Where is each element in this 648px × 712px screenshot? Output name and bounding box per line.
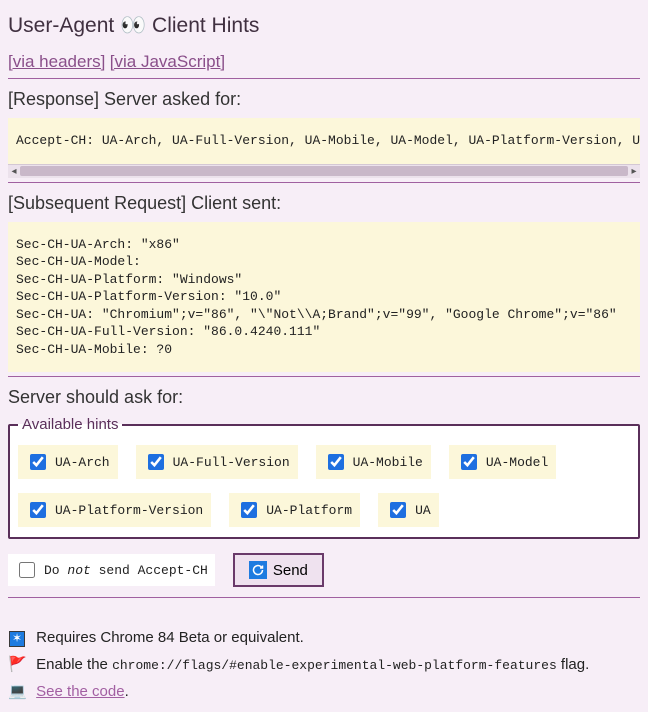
flag-icon: 🚩: [8, 651, 26, 678]
footer-enable-pre: Enable the: [36, 656, 112, 673]
divider: [8, 182, 640, 183]
hint-item[interactable]: UA-Mobile: [316, 445, 431, 479]
footer-enable-code: chrome://flags/#enable-experimental-web-…: [112, 658, 557, 673]
hint-item[interactable]: UA-Platform-Version: [18, 493, 211, 527]
scroll-left-icon[interactable]: ◂: [8, 165, 20, 177]
send-button[interactable]: Send: [233, 553, 324, 587]
hint-item[interactable]: UA-Model: [449, 445, 556, 479]
footer-line-code: 💻 See the code.: [8, 678, 640, 705]
divider: [8, 597, 640, 598]
reload-icon: [249, 561, 267, 579]
ask-heading: Server should ask for:: [8, 387, 640, 408]
hint-label: UA-Mobile: [353, 455, 423, 470]
via-headers-link[interactable]: [via headers]: [8, 52, 105, 71]
hint-item[interactable]: UA-Platform: [229, 493, 360, 527]
eyes-icon: 👀: [120, 14, 146, 37]
hint-label: UA-Platform-Version: [55, 503, 203, 518]
hint-checkbox[interactable]: [461, 454, 477, 470]
hint-label: UA-Model: [486, 455, 548, 470]
hint-checkbox[interactable]: [30, 454, 46, 470]
no-send-option[interactable]: Do not send Accept-CH: [8, 554, 215, 586]
response-heading: [Response] Server asked for:: [8, 89, 640, 110]
hint-item[interactable]: UA-Full-Version: [136, 445, 298, 479]
horizontal-scrollbar[interactable]: ◂ ▸: [8, 164, 640, 178]
hint-checkbox[interactable]: [30, 502, 46, 518]
footer-line-enable: 🚩 Enable the chrome://flags/#enable-expe…: [8, 651, 640, 678]
laptop-icon: 💻: [8, 678, 26, 705]
hint-list: UA-Arch UA-Full-Version UA-Mobile UA-Model U…: [18, 445, 630, 527]
no-send-checkbox[interactable]: [19, 562, 35, 578]
no-send-em: not: [67, 563, 90, 578]
title-pre: User-Agent: [8, 14, 120, 37]
subsequent-body: Sec-CH-UA-Arch: "x86" Sec-CH-UA-Model: S…: [8, 222, 640, 373]
page-title: User-Agent 👀 Client Hints: [8, 14, 640, 38]
footer-line-requires: ✶ Requires Chrome 84 Beta or equivalent.: [8, 624, 640, 651]
footer: ✶ Requires Chrome 84 Beta or equivalent.…: [8, 624, 640, 705]
via-javascript-link[interactable]: [via JavaScript]: [110, 52, 225, 71]
no-send-post: send Accept-CH: [91, 563, 208, 578]
available-hints-fieldset: Available hints UA-ArchUA-Full-VersionUA…: [8, 416, 640, 539]
footer-code-post: .: [125, 683, 129, 700]
send-row: Do not send Accept-CH Send: [8, 553, 640, 587]
subsequent-heading: [Subsequent Request] Client sent:: [8, 193, 640, 214]
divider: [8, 376, 640, 377]
available-hints-legend: Available hints: [18, 416, 122, 433]
hint-label: UA-Platform: [266, 503, 352, 518]
scroll-track[interactable]: [20, 166, 628, 176]
hint-checkbox[interactable]: [390, 502, 406, 518]
see-code-link[interactable]: See the code: [36, 683, 124, 700]
new-icon: ✶: [8, 624, 26, 651]
response-body: Accept-CH: UA-Arch, UA-Full-Version, UA-…: [8, 118, 640, 164]
hint-checkbox[interactable]: [328, 454, 344, 470]
hint-label: UA-Full-Version: [173, 455, 290, 470]
scroll-right-icon[interactable]: ▸: [628, 165, 640, 177]
hint-label: UA-Arch: [55, 455, 110, 470]
footer-enable-post: flag.: [557, 656, 590, 673]
hint-checkbox[interactable]: [148, 454, 164, 470]
nav-links: [via headers] [via JavaScript]: [8, 52, 640, 72]
no-send-pre: Do: [44, 563, 67, 578]
hint-label: UA: [415, 503, 431, 518]
hint-item[interactable]: UA-Arch: [18, 445, 118, 479]
send-label: Send: [273, 562, 308, 579]
divider: [8, 78, 640, 79]
hint-checkbox[interactable]: [241, 502, 257, 518]
hint-item[interactable]: UA: [378, 493, 439, 527]
footer-requires-text: Requires Chrome 84 Beta or equivalent.: [36, 629, 304, 646]
title-post: Client Hints: [146, 14, 259, 37]
